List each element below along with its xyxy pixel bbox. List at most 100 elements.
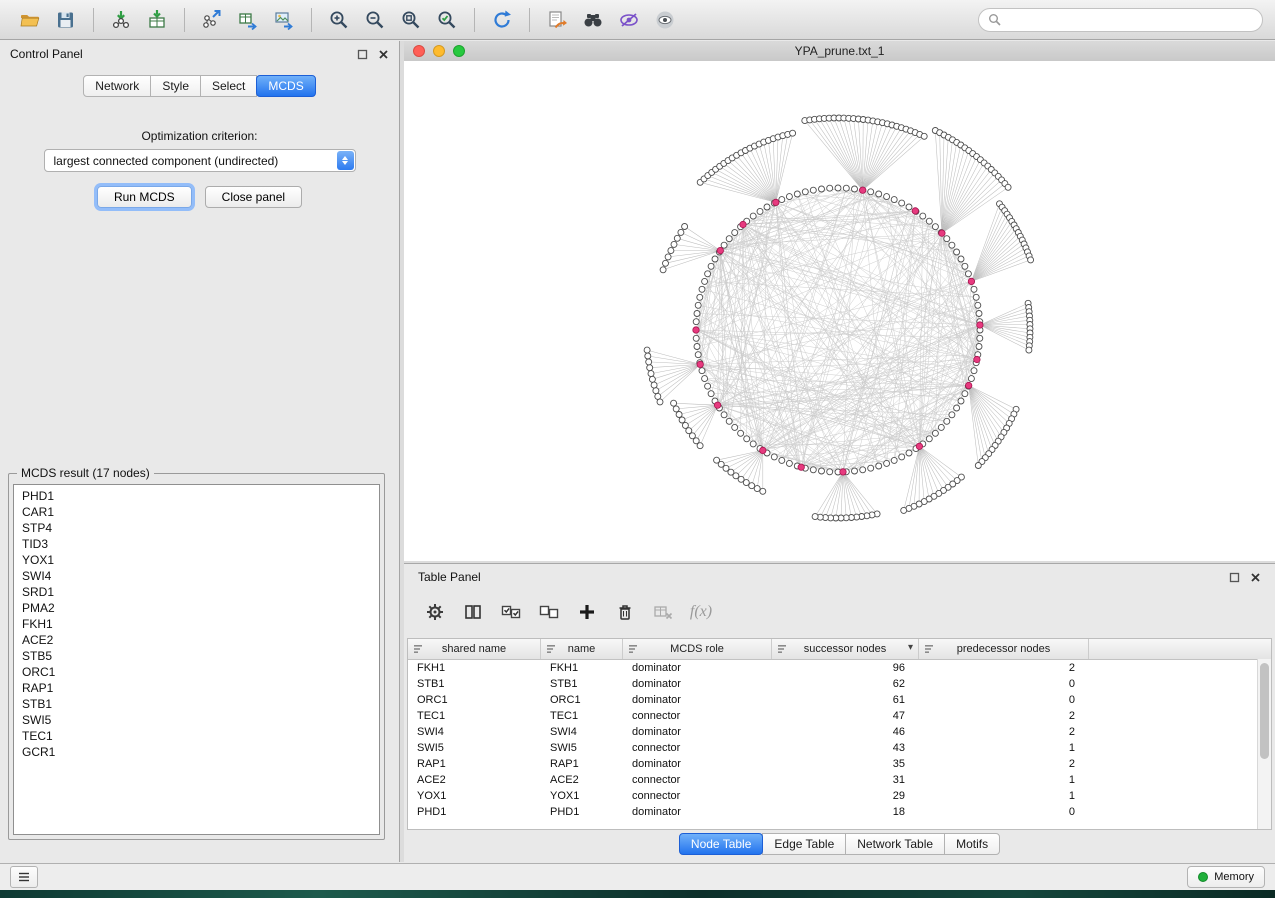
cell[interactable]: 61	[772, 692, 919, 708]
table-row[interactable]: FKH1FKH1dominator962	[408, 660, 1271, 676]
list-item[interactable]: ACE2	[14, 632, 379, 648]
cell[interactable]: 2	[919, 708, 1089, 724]
cell[interactable]: dominator	[623, 724, 772, 740]
cell[interactable]: 18	[772, 804, 919, 820]
cell[interactable]: ACE2	[541, 772, 623, 788]
cell[interactable]: connector	[623, 788, 772, 804]
cell[interactable]: 1	[919, 740, 1089, 756]
list-item[interactable]: STP4	[14, 520, 379, 536]
export-table-button[interactable]	[230, 5, 266, 35]
list-item[interactable]: STB5	[14, 648, 379, 664]
zoom-out-button[interactable]	[357, 5, 393, 35]
delete-column-button[interactable]	[610, 597, 640, 627]
float-panel-icon[interactable]	[357, 49, 368, 60]
zoom-selected-button[interactable]	[429, 5, 465, 35]
cell[interactable]: SWI5	[541, 740, 623, 756]
zoom-fit-button[interactable]	[393, 5, 429, 35]
cell[interactable]: PHD1	[408, 804, 541, 820]
list-item[interactable]: STB1	[14, 696, 379, 712]
cell[interactable]: 31	[772, 772, 919, 788]
mcds-result-list[interactable]: PHD1CAR1STP4TID3YOX1SWI4SRD1PMA2FKH1ACE2…	[13, 484, 380, 835]
table-row[interactable]: TEC1TEC1connector472	[408, 708, 1271, 724]
list-item[interactable]: TEC1	[14, 728, 379, 744]
cell[interactable]: RAP1	[408, 756, 541, 772]
cell[interactable]: PHD1	[541, 804, 623, 820]
column-header-name[interactable]: name	[541, 639, 623, 659]
table-tab-network-table[interactable]: Network Table	[845, 833, 945, 855]
cell[interactable]: SWI4	[541, 724, 623, 740]
cell[interactable]: connector	[623, 772, 772, 788]
save-session-button[interactable]	[48, 5, 84, 35]
cell[interactable]: dominator	[623, 756, 772, 772]
export-network-button[interactable]	[194, 5, 230, 35]
show-panels-button[interactable]	[10, 866, 38, 888]
cell[interactable]: 35	[772, 756, 919, 772]
column-header-shared-name[interactable]: shared name	[408, 639, 541, 659]
import-network-button[interactable]	[103, 5, 139, 35]
cell[interactable]: 0	[919, 676, 1089, 692]
table-tab-edge-table[interactable]: Edge Table	[762, 833, 846, 855]
list-item[interactable]: YOX1	[14, 552, 379, 568]
column-header-successor-nodes[interactable]: successor nodes▾	[772, 639, 919, 659]
select-all-columns-button[interactable]	[496, 597, 526, 627]
search-input[interactable]	[1007, 12, 1253, 28]
cell[interactable]: FKH1	[408, 660, 541, 676]
create-column-button[interactable]	[572, 597, 602, 627]
minimize-window-button[interactable]	[433, 45, 445, 57]
network-graph[interactable]	[404, 61, 1275, 561]
cell[interactable]: 0	[919, 804, 1089, 820]
cell[interactable]: 2	[919, 660, 1089, 676]
show-columns-button[interactable]	[458, 597, 488, 627]
cell[interactable]: YOX1	[408, 788, 541, 804]
find-button[interactable]	[575, 5, 611, 35]
cell[interactable]: ORC1	[408, 692, 541, 708]
table-tab-node-table[interactable]: Node Table	[679, 833, 764, 855]
cell[interactable]: TEC1	[408, 708, 541, 724]
export-image-button[interactable]	[266, 5, 302, 35]
refresh-view-button[interactable]	[484, 5, 520, 35]
search-box[interactable]	[978, 8, 1263, 32]
cell[interactable]: ORC1	[541, 692, 623, 708]
cell[interactable]: ACE2	[408, 772, 541, 788]
share-document-button[interactable]	[539, 5, 575, 35]
cell[interactable]: 2	[919, 724, 1089, 740]
cell[interactable]: connector	[623, 708, 772, 724]
cell[interactable]: dominator	[623, 676, 772, 692]
table-row[interactable]: YOX1YOX1connector291	[408, 788, 1271, 804]
close-panel-icon[interactable]	[378, 49, 389, 60]
table-row[interactable]: STB1STB1dominator620	[408, 676, 1271, 692]
network-canvas[interactable]	[404, 61, 1275, 561]
table-scrollbar[interactable]	[1257, 659, 1271, 829]
float-panel-icon[interactable]	[1229, 572, 1240, 583]
tab-network[interactable]: Network	[83, 75, 151, 97]
table-tab-motifs[interactable]: Motifs	[944, 833, 1000, 855]
close-panel-icon[interactable]	[1250, 572, 1261, 583]
list-item[interactable]: RAP1	[14, 680, 379, 696]
cell[interactable]: YOX1	[541, 788, 623, 804]
unselect-all-columns-button[interactable]	[534, 597, 564, 627]
zoom-in-button[interactable]	[321, 5, 357, 35]
optimization-criterion-select[interactable]: largest connected component (undirected)	[44, 149, 356, 172]
table-row[interactable]: RAP1RAP1dominator352	[408, 756, 1271, 772]
cell[interactable]: 2	[919, 756, 1089, 772]
list-item[interactable]: ORC1	[14, 664, 379, 680]
cell[interactable]: RAP1	[541, 756, 623, 772]
table-settings-button[interactable]	[420, 597, 450, 627]
import-table-button[interactable]	[139, 5, 175, 35]
cell[interactable]: 29	[772, 788, 919, 804]
list-item[interactable]: SWI5	[14, 712, 379, 728]
tab-style[interactable]: Style	[150, 75, 201, 97]
maximize-window-button[interactable]	[453, 45, 465, 57]
cell[interactable]: dominator	[623, 804, 772, 820]
open-file-button[interactable]	[12, 5, 48, 35]
cell[interactable]: dominator	[623, 692, 772, 708]
cell[interactable]: 62	[772, 676, 919, 692]
list-item[interactable]: SRD1	[14, 584, 379, 600]
cell[interactable]: dominator	[623, 660, 772, 676]
cell[interactable]: TEC1	[541, 708, 623, 724]
cell[interactable]: 1	[919, 772, 1089, 788]
table-row[interactable]: ACE2ACE2connector311	[408, 772, 1271, 788]
list-item[interactable]: TID3	[14, 536, 379, 552]
run-mcds-button[interactable]: Run MCDS	[97, 186, 192, 208]
close-window-button[interactable]	[413, 45, 425, 57]
